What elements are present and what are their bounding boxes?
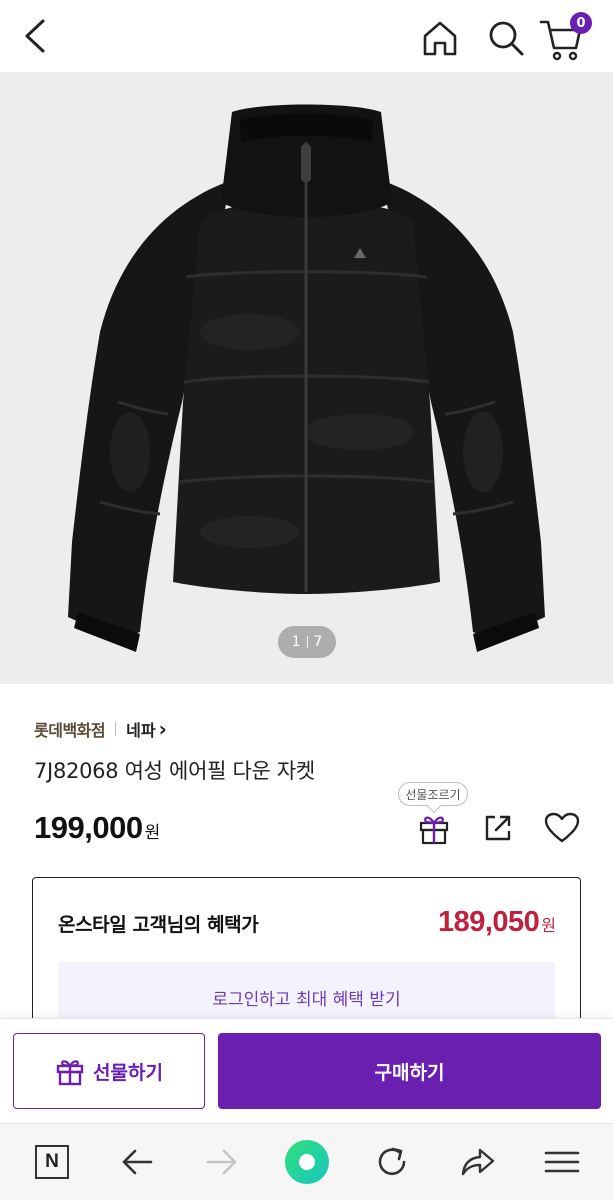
price-unit: 원 [144,823,161,843]
reload-icon [378,1147,406,1176]
forward-arrow-icon [206,1149,237,1175]
browser-menu-button[interactable] [538,1138,586,1186]
browser-forward-button[interactable] [198,1138,246,1186]
menu-icon [544,1151,580,1173]
share-arrow-icon [461,1148,495,1176]
wishlist-button[interactable] [542,808,582,848]
chevron-right-icon: › [158,717,167,741]
back-button[interactable] [14,14,58,58]
product-price: 199,000 [34,810,143,845]
brand-name: 네파 [126,721,156,740]
image-counter-total: 7 [313,634,323,650]
heart-icon [544,812,580,843]
product-title: 7J82068 여성 에어필 다운 자켓 [34,759,315,783]
search-icon [489,21,524,56]
browser-reload-button[interactable] [368,1138,416,1186]
share-button[interactable] [478,808,518,848]
browser-toolbar: N [0,1123,613,1200]
share-icon [485,815,511,841]
home-icon [423,21,457,56]
green-dot-icon [285,1140,329,1184]
cart-count-badge: 0 [570,12,592,34]
search-button[interactable] [482,14,530,62]
cart-button[interactable]: 0 [536,10,594,62]
buy-button[interactable]: 구매하기 [218,1033,601,1109]
gift-request-tooltip: 선물조르기 [398,782,468,806]
benefit-price: 189,050 원 [438,906,556,939]
browser-green-dot-button[interactable] [283,1138,331,1186]
gift-icon [56,1060,84,1086]
top-header: 0 [0,0,613,72]
gift-icon [419,816,449,845]
back-arrow-icon [122,1149,153,1175]
brand-divider [115,722,117,736]
browser-back-button[interactable] [113,1138,161,1186]
image-counter-divider [306,636,308,648]
price-row: 199,000 원 [34,810,160,846]
browser-home-button[interactable]: N [28,1138,76,1186]
purchase-action-bar: 선물하기 구매하기 [0,1018,613,1123]
image-counter: 1 7 [278,626,336,658]
product-image-gallery[interactable]: 1 7 [0,72,613,684]
gift-request-button[interactable] [414,808,454,848]
image-counter-current: 1 [291,634,301,650]
n-home-icon: N [35,1145,69,1179]
gift-button-label: 선물하기 [93,1061,163,1084]
chevron-left-icon [25,19,45,53]
gift-button[interactable]: 선물하기 [13,1033,205,1109]
brand-link[interactable]: 네파 › [126,717,167,741]
browser-share-button[interactable] [454,1138,502,1186]
store-name[interactable]: 롯데백화점 [34,717,106,741]
benefit-price-unit: 원 [541,916,556,935]
home-button[interactable] [416,14,464,62]
benefit-label: 온스타일 고객님의 혜택가 [58,914,259,936]
brand-row: 롯데백화점 네파 › [34,716,167,742]
product-image [68,104,545,652]
benefit-price-value: 189,050 [437,906,540,938]
